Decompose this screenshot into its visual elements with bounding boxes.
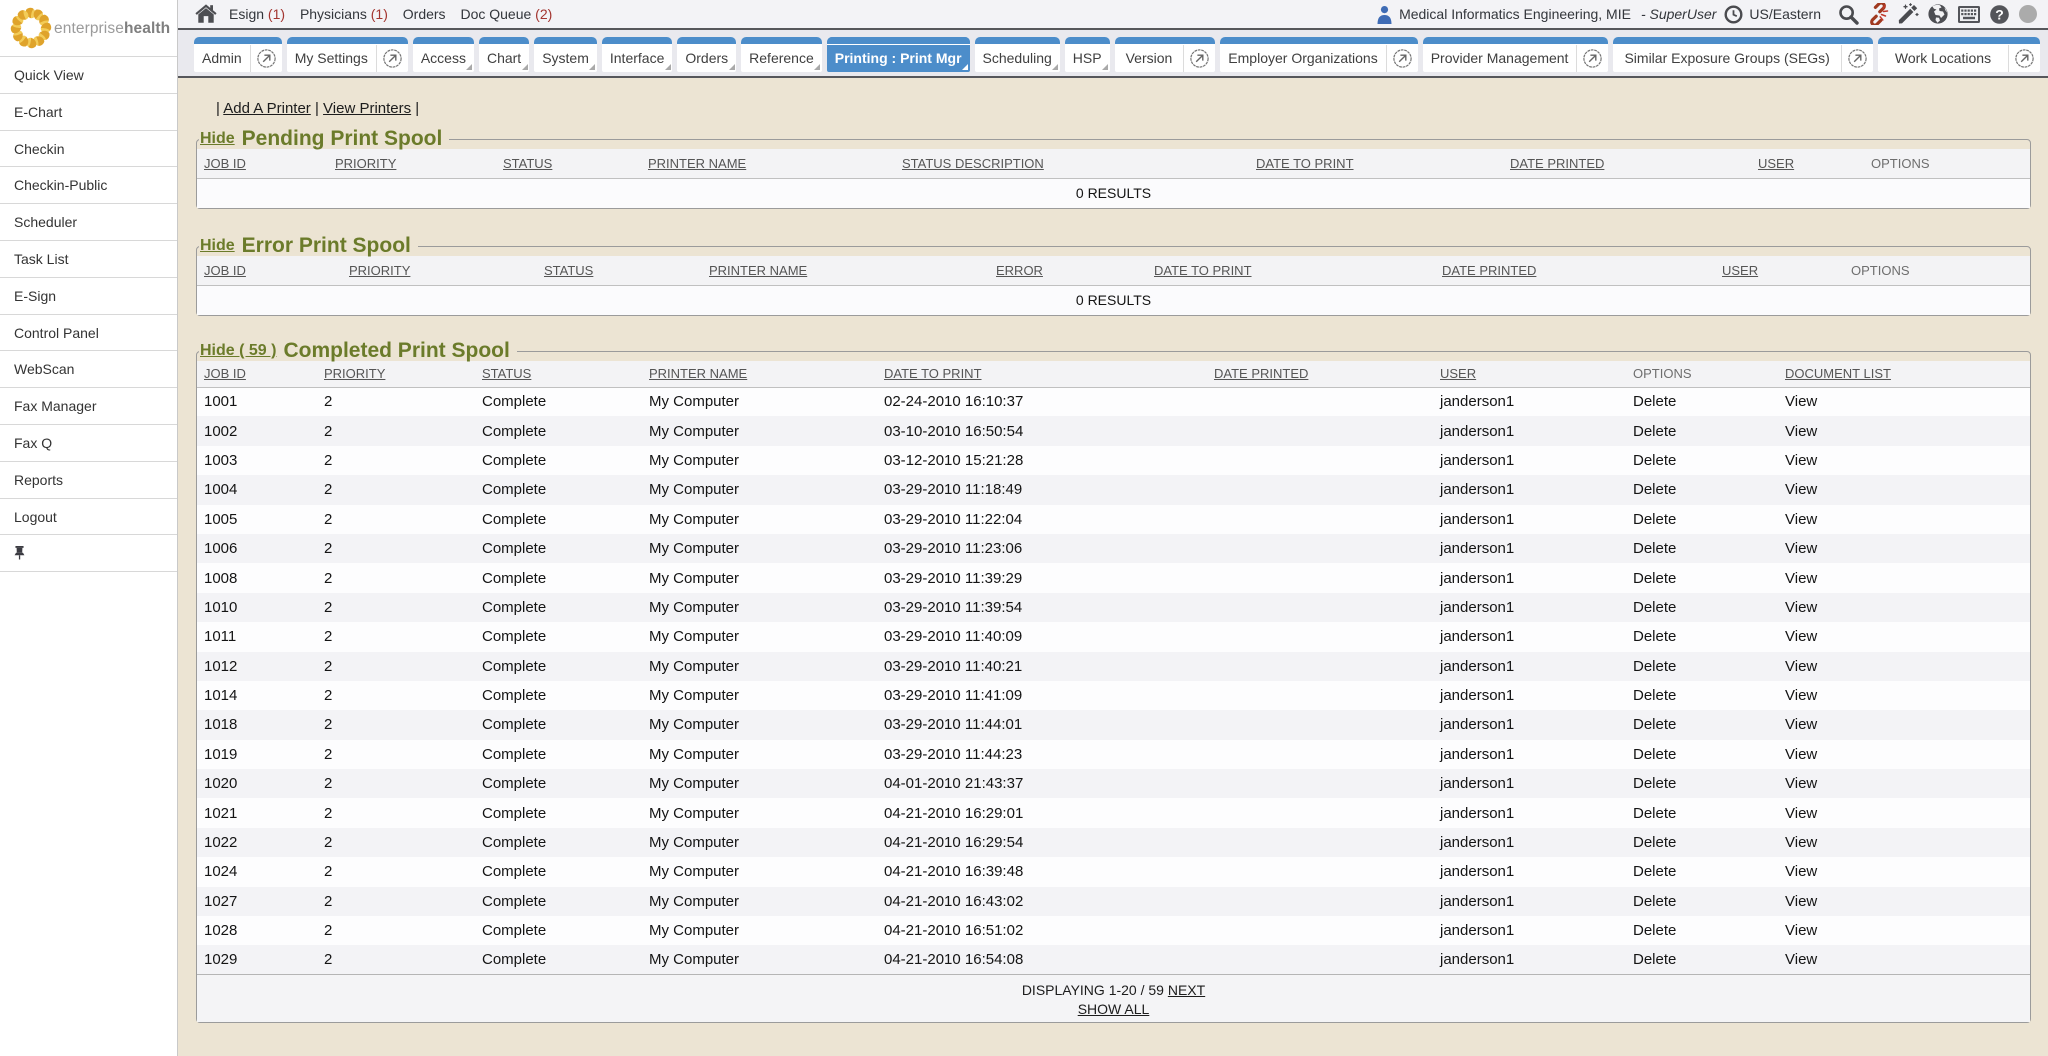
svg-text:?: ? bbox=[1995, 6, 2004, 22]
